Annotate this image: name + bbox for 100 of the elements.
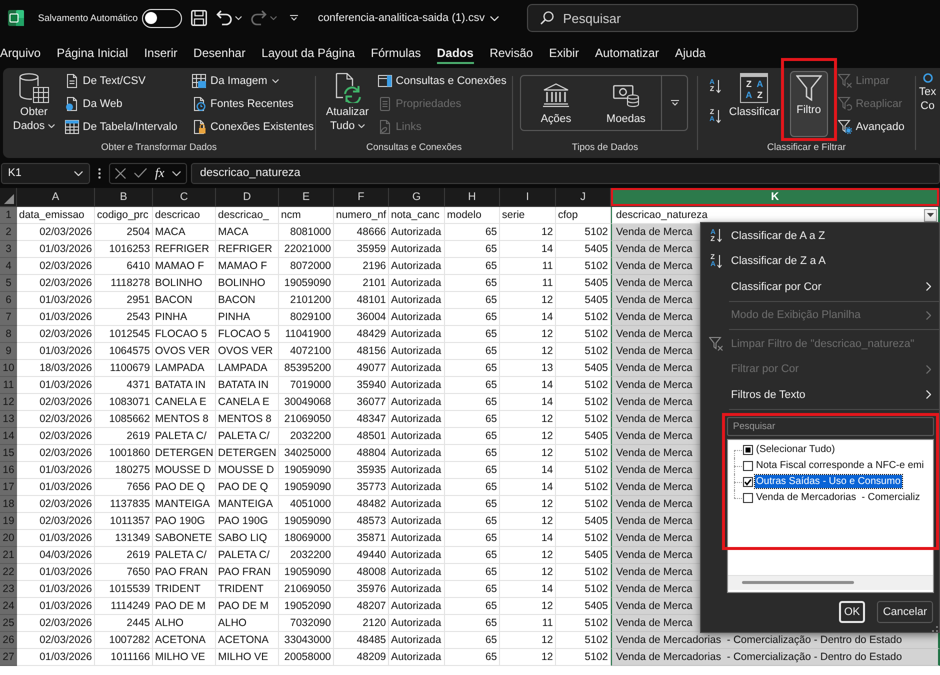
table-cell: 5102 — [556, 258, 611, 275]
ribbon-button[interactable]: Consultas e Conexões — [376, 71, 508, 91]
menu-tab[interactable]: Página Inicial — [56, 40, 128, 64]
table-cell: PAO 190G — [216, 513, 279, 530]
table-cell: 01/03/2026 — [17, 343, 95, 360]
table-cell: BACON — [153, 292, 216, 309]
autosave-label: Salvamento Automático — [38, 12, 138, 24]
table-cell: Autorizada — [389, 530, 445, 547]
list-item[interactable]: Nota Fiscal corresponde a NFC-e emi — [755, 459, 925, 472]
ribbon-button[interactable]: Obter Dados — [10, 71, 58, 137]
column-header[interactable]: H — [445, 188, 500, 207]
cancel-icon[interactable] — [115, 168, 126, 178]
table-cell: Autorizada — [389, 513, 445, 530]
table-cell: 14 — [500, 581, 556, 598]
menu-tab[interactable]: Exibir — [548, 40, 579, 64]
ribbon-button[interactable]: Filtro — [790, 71, 828, 137]
column-header[interactable]: I — [500, 188, 556, 207]
insert-function-button[interactable]: fx — [155, 166, 164, 180]
table-cell: TRIDENT — [153, 581, 216, 598]
checkbox[interactable] — [743, 444, 753, 454]
chevron-down-icon[interactable] — [172, 170, 182, 176]
table-cell: 85395200 — [279, 360, 334, 377]
search-field[interactable]: Pesquisar — [527, 4, 858, 32]
table-cell: PAO FRAN — [216, 564, 279, 581]
table-cell: Autorizada — [389, 598, 445, 615]
table-cell: MILHO VE — [153, 649, 216, 666]
menu-tab[interactable]: Revisão — [490, 40, 533, 64]
table-cell: 5102 — [556, 377, 611, 394]
select-all-button[interactable] — [0, 188, 17, 207]
table-cell: Autorizada — [389, 649, 445, 666]
table-cell: 65 — [445, 649, 500, 666]
data-type-button[interactable]: Moedas — [591, 76, 661, 130]
menu-tab[interactable]: Desenhar — [193, 40, 246, 64]
data-type-button[interactable]: Ações — [521, 76, 591, 130]
banknote-coins-icon — [613, 83, 639, 107]
column-header[interactable]: K — [611, 188, 940, 207]
ribbon-button[interactable]: Fontes Recentes — [190, 94, 316, 114]
ok-button[interactable]: OK — [839, 600, 865, 622]
list-item[interactable]: (Selecionar Tudo) — [755, 443, 836, 456]
table-cell: Autorizada — [389, 394, 445, 411]
ribbon-button[interactable]: De Tabela/Intervalo — [62, 117, 180, 137]
ribbon-button[interactable]: Atualizar Tudo — [323, 71, 372, 137]
menu-tab[interactable]: Ajuda — [674, 40, 706, 64]
column-header[interactable]: B — [95, 188, 153, 207]
group-label: Tipos de Dados — [570, 141, 640, 155]
menu-tab[interactable]: Dados — [436, 40, 474, 64]
menu-tab[interactable]: Layout da Página — [261, 40, 355, 64]
menu-tab[interactable]: Inserir — [144, 40, 178, 64]
checkbox[interactable] — [743, 476, 753, 486]
table-cell: 2619 — [95, 547, 153, 564]
save-icon[interactable] — [190, 10, 207, 26]
column-header[interactable]: A — [17, 188, 95, 207]
resize-grip-icon[interactable] — [932, 626, 938, 632]
database-table-icon — [18, 73, 49, 103]
vertical-dots-icon — [98, 168, 101, 178]
name-box[interactable]: K1 — [1, 162, 90, 184]
table-cell: 11 — [500, 258, 556, 275]
column-header[interactable]: E — [279, 188, 334, 207]
table-cell: ACETONA — [153, 632, 216, 649]
column-header[interactable]: G — [389, 188, 445, 207]
horizontal-scrollbar[interactable] — [728, 574, 933, 590]
column-header[interactable]: F — [334, 188, 389, 207]
table-cell: 65 — [445, 360, 500, 377]
undo-icon[interactable] — [216, 10, 232, 26]
menu-tab[interactable]: Arquivo — [0, 40, 41, 64]
ribbon-button[interactable]: Z A A Z Classificar — [728, 71, 781, 137]
checkbox[interactable] — [743, 460, 753, 470]
table-cell: 65 — [445, 581, 500, 598]
redo-icon[interactable] — [250, 10, 267, 26]
table-cell: ALHO — [216, 615, 279, 632]
filter-dropdown-button[interactable] — [924, 208, 937, 222]
menu-tab[interactable]: Fórmulas — [370, 40, 421, 64]
formula-field[interactable]: descricao_natureza — [191, 162, 940, 184]
table-cell: 14 — [500, 241, 556, 258]
customize-caret-icon[interactable] — [290, 15, 298, 21]
ribbon-button[interactable]: Da Imagem — [190, 71, 316, 91]
chevron-down-icon[interactable] — [490, 16, 499, 20]
checkbox[interactable] — [743, 492, 753, 502]
list-item[interactable]: Outras Saídas - Uso e Consumo — [755, 475, 902, 488]
search-field[interactable]: Pesquisar — [727, 416, 934, 436]
ribbon-button[interactable]: Avançado — [836, 117, 906, 137]
list-icon — [378, 97, 392, 111]
ribbon-button[interactable]: Tex Co — [916, 71, 940, 137]
table-cell: 7656 — [95, 479, 153, 496]
ribbon-button[interactable]: De Text/CSV — [62, 71, 180, 91]
ribbon-button[interactable]: Conexões Existentes — [190, 117, 316, 137]
table-cell: BOLINHO — [216, 275, 279, 292]
column-header[interactable]: J — [556, 188, 611, 207]
table-cell: Autorizada — [389, 258, 445, 275]
menu-tab[interactable]: Automatizar — [594, 40, 659, 64]
cancel-button[interactable]: Cancelar — [876, 600, 933, 622]
group-label: Consultas e Conexões — [365, 141, 463, 155]
table-cell: 48207 — [334, 598, 389, 615]
triangle-icon — [4, 194, 14, 204]
table-cell: 65 — [445, 258, 500, 275]
autosave-toggle[interactable] — [142, 8, 182, 28]
column-header[interactable]: D — [216, 188, 279, 207]
ribbon-button[interactable]: Da Web — [62, 94, 180, 114]
check-icon[interactable] — [134, 168, 147, 178]
column-header[interactable]: C — [153, 188, 216, 207]
